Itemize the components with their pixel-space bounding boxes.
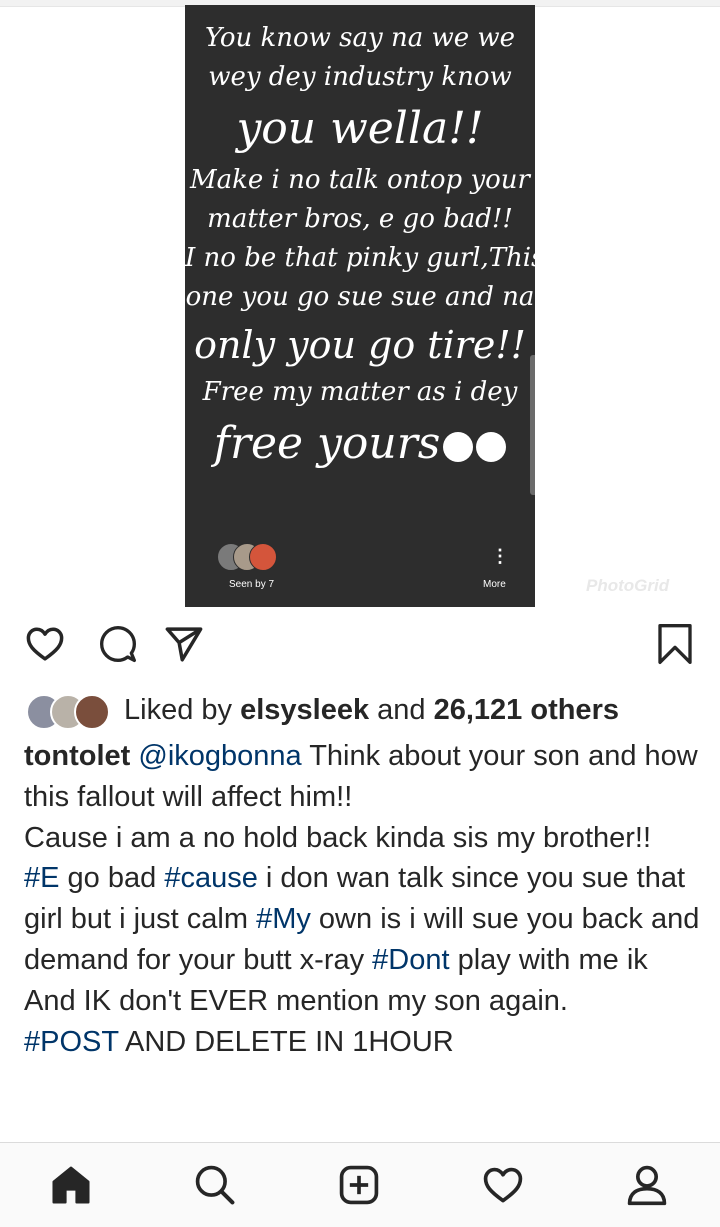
story-screenshot: You know say na we we wey dey industry k… xyxy=(185,5,535,607)
white-dot-icon xyxy=(476,431,507,462)
caption-paragraph: #POST AND DELETE IN 1HOUR xyxy=(24,1022,704,1063)
seen-by-label[interactable]: Seen by 7 xyxy=(229,579,274,590)
more-options-icon[interactable]: ⋮ xyxy=(491,547,509,565)
likes-row[interactable]: Liked by elsysleek and 26,121 others xyxy=(26,690,706,730)
hashtag-link[interactable]: #POST xyxy=(24,1026,119,1058)
home-icon[interactable] xyxy=(47,1161,95,1209)
liker-username[interactable]: elsysleek xyxy=(240,694,369,726)
story-line: wey dey industry know xyxy=(208,62,512,92)
hashtag-link[interactable]: #cause xyxy=(164,862,258,894)
caption-text: play with me ik xyxy=(449,943,648,976)
white-dot-icon xyxy=(443,431,474,462)
post-actions xyxy=(0,620,720,676)
paper-plane-icon[interactable] xyxy=(160,620,208,668)
caption-text: go bad xyxy=(59,862,165,895)
story-line: only you go tire!! xyxy=(194,323,526,367)
caption-paragraph: tontolet @ikogbonna Think about your son… xyxy=(24,736,704,818)
hashtag-link[interactable]: #E xyxy=(24,862,59,894)
likes-prefix: Liked by xyxy=(124,693,241,726)
caption-paragraph: And IK don't EVER mention my son again. xyxy=(24,984,568,1017)
bottom-navigation xyxy=(0,1142,720,1227)
more-label[interactable]: More xyxy=(483,579,506,590)
caption-username[interactable]: tontolet xyxy=(24,740,130,772)
story-line: you wella!! xyxy=(236,103,484,154)
story-line: one you go sue sue and na xyxy=(185,282,535,312)
viewer-avatar xyxy=(249,543,277,571)
plus-square-icon[interactable] xyxy=(335,1161,383,1209)
story-line: You know say na we we xyxy=(204,23,516,53)
story-line-text: free yours xyxy=(213,418,441,469)
likes-middle: and xyxy=(369,693,434,726)
story-line: Free my matter as i dey xyxy=(202,377,518,407)
story-line: Make i no talk ontop your xyxy=(190,165,530,195)
caption-paragraph: #E go bad #cause i don wan talk since yo… xyxy=(24,858,704,980)
heart-icon[interactable] xyxy=(21,620,69,668)
story-line: I no be that pinky gurl,This xyxy=(185,243,535,273)
activity-heart-icon[interactable] xyxy=(479,1161,527,1209)
caption-text: AND DELETE IN 1HOUR xyxy=(118,1025,454,1058)
likes-text: Liked by elsysleek and 26,121 others xyxy=(124,694,619,727)
story-viewers[interactable] xyxy=(217,543,287,571)
caption-paragraph: Cause i am a no hold back kinda sis my b… xyxy=(24,821,652,854)
story-text: You know say na we we wey dey industry k… xyxy=(185,19,535,476)
liker-avatars[interactable] xyxy=(26,692,110,730)
story-line: matter bros, e go bad!! xyxy=(207,204,513,234)
hashtag-link[interactable]: #My xyxy=(256,903,311,935)
likes-count[interactable]: 26,121 others xyxy=(434,694,619,726)
scroll-indicator xyxy=(530,355,535,495)
search-icon[interactable] xyxy=(191,1161,239,1209)
person-icon[interactable] xyxy=(623,1161,671,1209)
bookmark-icon[interactable] xyxy=(651,620,699,668)
post-caption: tontolet @ikogbonna Think about your son… xyxy=(24,736,704,1062)
photogrid-watermark: PhotoGrid xyxy=(586,576,670,595)
hashtag-link[interactable]: #Dont xyxy=(372,944,449,976)
mention-link[interactable]: @ikogbonna xyxy=(138,740,301,772)
story-line-final: free yours xyxy=(185,412,535,476)
comment-icon[interactable] xyxy=(94,620,142,668)
liker-avatar xyxy=(74,694,110,730)
